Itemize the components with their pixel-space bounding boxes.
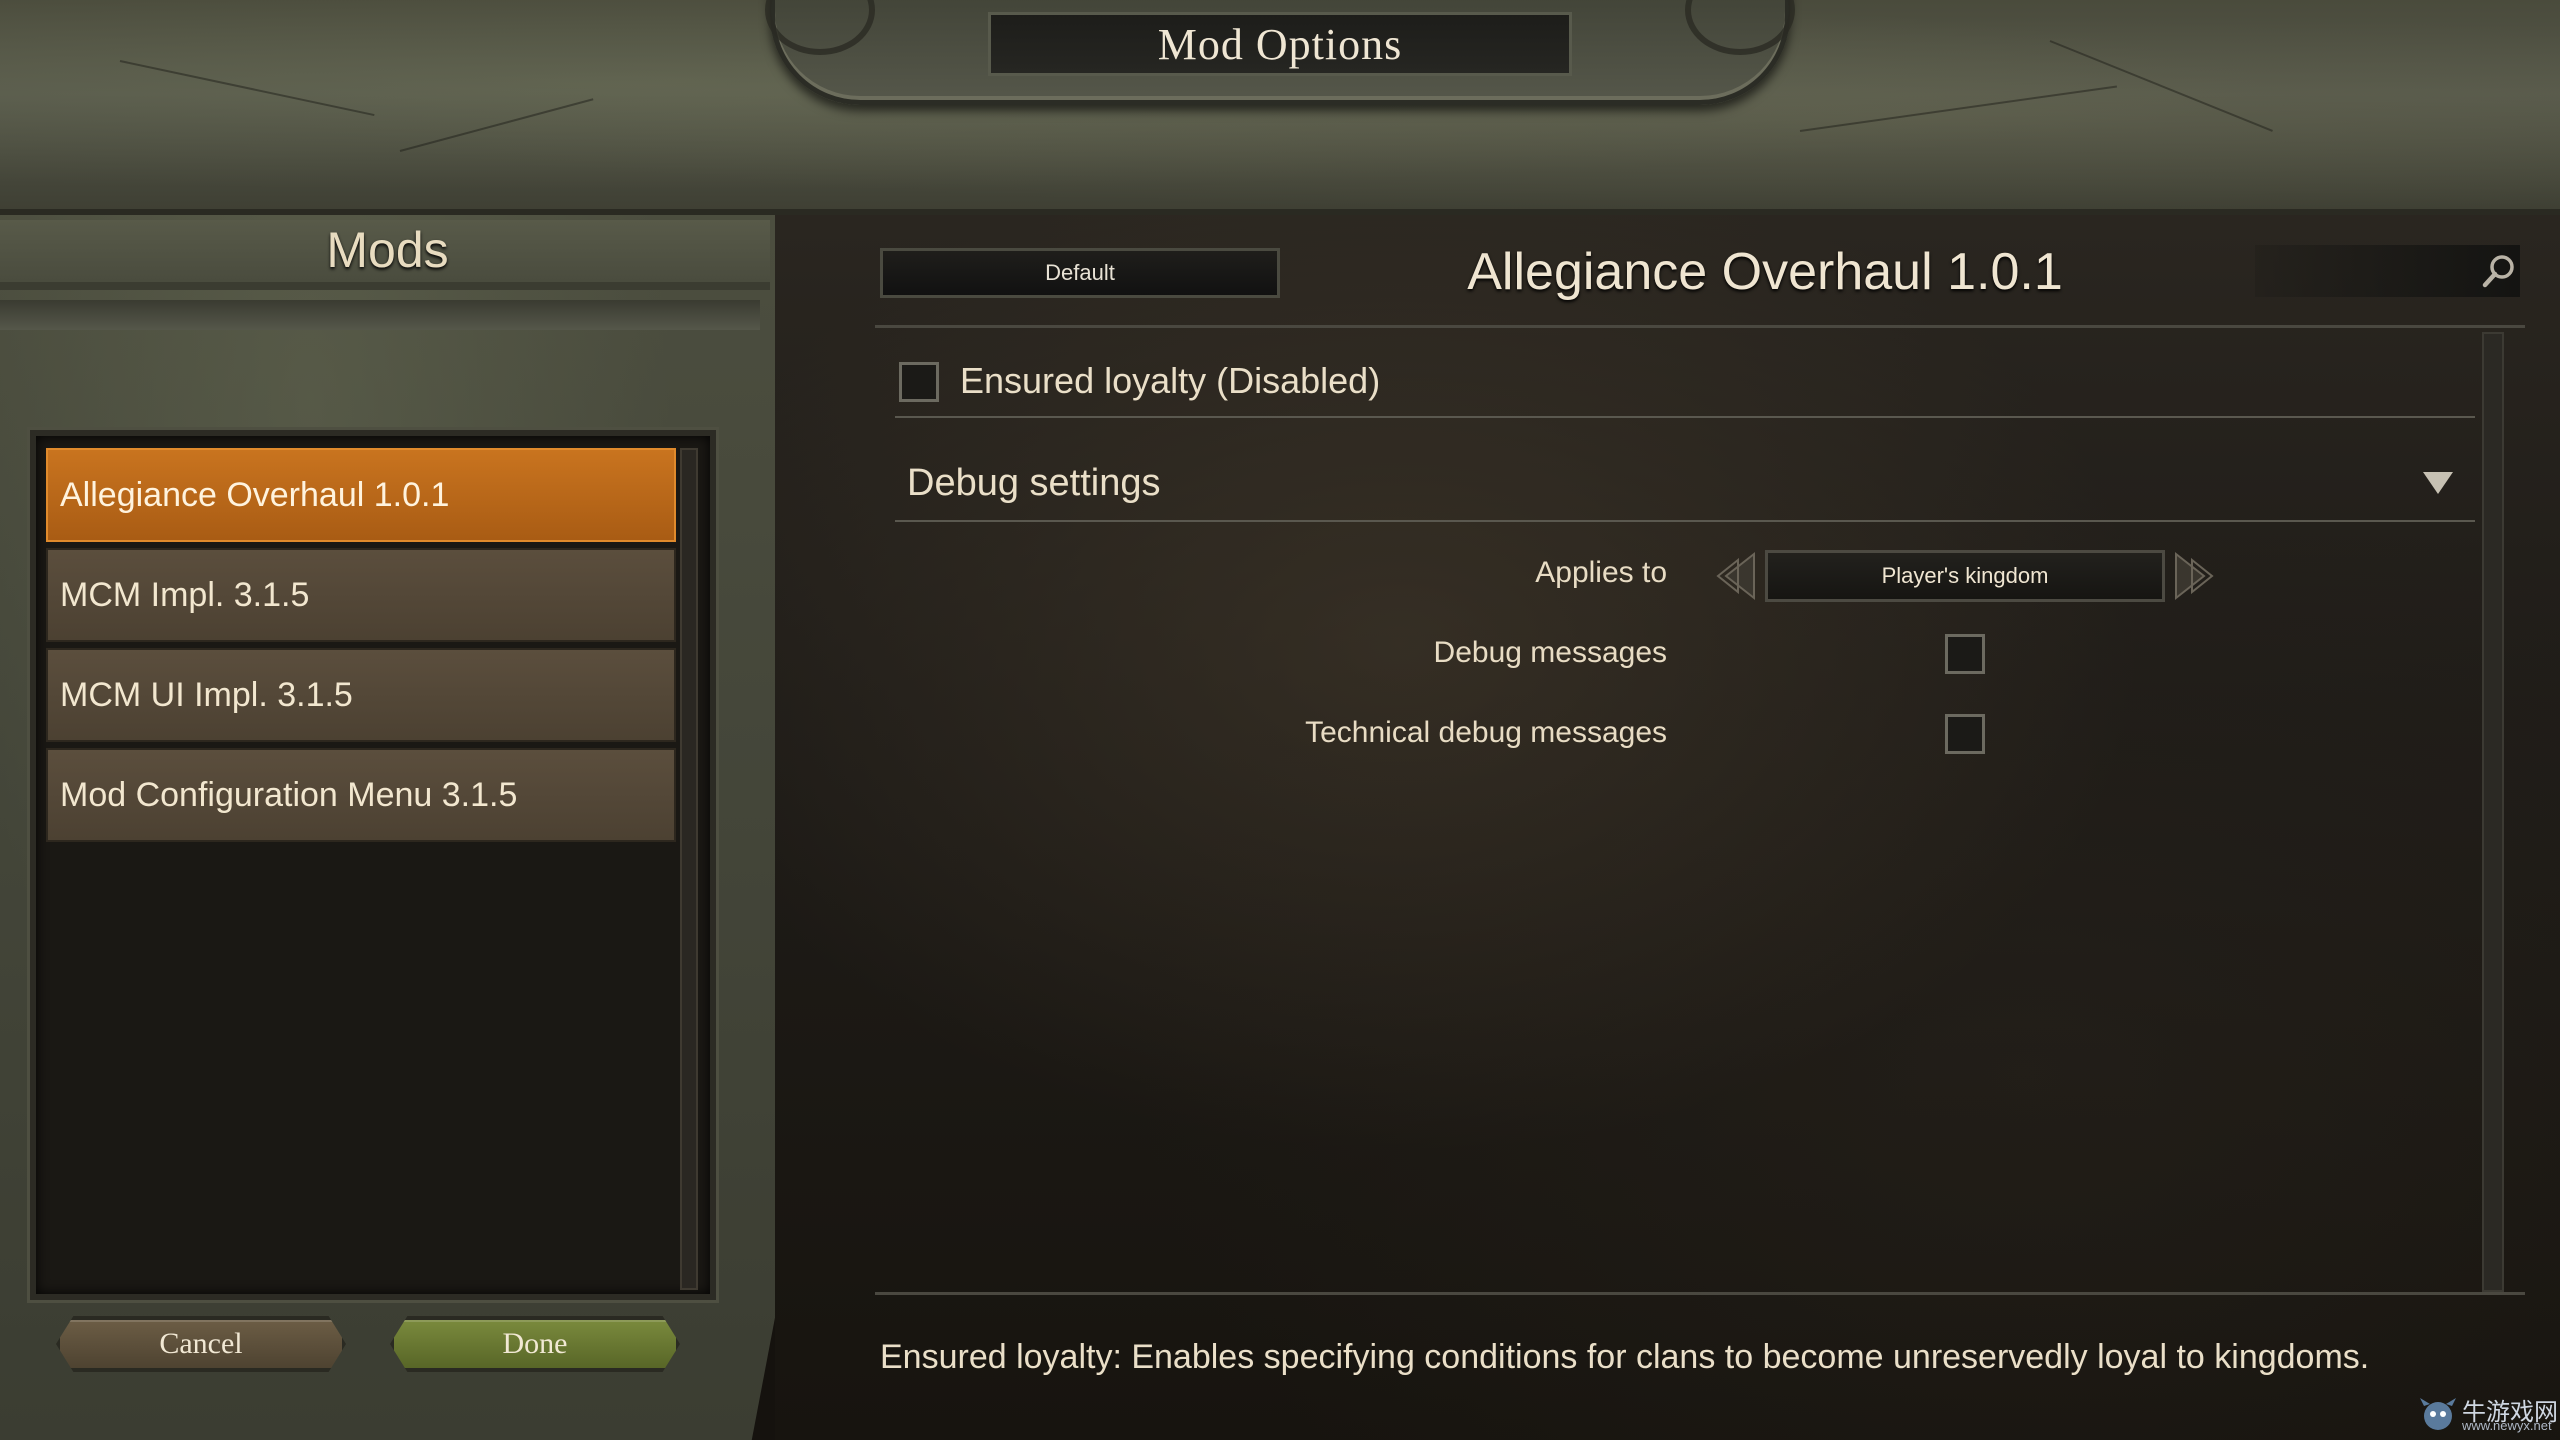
cancel-button[interactable]: Cancel	[56, 1316, 346, 1372]
preset-dropdown[interactable]: Default	[880, 248, 1280, 298]
setting-description: Ensured loyalty: Enables specifying cond…	[880, 1338, 2370, 1376]
mod-item-mod-configuration-menu[interactable]: Mod Configuration Menu 3.1.5	[46, 748, 676, 842]
search-icon[interactable]	[2480, 252, 2518, 290]
cow-logo-icon	[2420, 1398, 2456, 1430]
watermark-url: www.newyx.net	[2462, 1418, 2552, 1433]
chevron-left-icon[interactable]	[1712, 550, 1760, 602]
mod-item-label: MCM UI Impl. 3.1.5	[60, 675, 353, 714]
mods-panel-title: Mods	[326, 222, 449, 278]
window-title-box: Mod Options	[988, 12, 1572, 76]
mod-item-label: Mod Configuration Menu 3.1.5	[60, 775, 518, 814]
group-divider	[895, 520, 2475, 522]
ensured-loyalty-checkbox[interactable]	[899, 362, 939, 402]
debug-settings-title[interactable]: Debug settings	[907, 462, 1161, 505]
debug-messages-label: Debug messages	[1433, 636, 1667, 669]
knot-ornament-icon	[765, 0, 875, 55]
game-screen: Mod Options Mods Allegiance Overhaul 1.0…	[0, 0, 2560, 1440]
applies-to-label: Applies to	[1535, 556, 1667, 589]
mod-item-mcm-ui-impl[interactable]: MCM UI Impl. 3.1.5	[46, 648, 676, 742]
chevron-right-icon[interactable]	[2170, 550, 2218, 602]
applies-to-selector[interactable]: Player's kingdom	[1765, 550, 2165, 602]
window-title: Mod Options	[1157, 19, 1403, 69]
technical-debug-messages-checkbox[interactable]	[1945, 714, 1985, 754]
mod-item-label: Allegiance Overhaul 1.0.1	[60, 475, 450, 514]
mod-item-label: MCM Impl. 3.1.5	[60, 575, 310, 614]
ensured-loyalty-label: Ensured loyalty (Disabled)	[960, 360, 1381, 401]
technical-debug-messages-label: Technical debug messages	[1305, 716, 1667, 749]
debug-messages-checkbox[interactable]	[1945, 634, 1985, 674]
mod-item-allegiance-overhaul[interactable]: Allegiance Overhaul 1.0.1	[46, 448, 676, 542]
mod-item-mcm-impl[interactable]: MCM Impl. 3.1.5	[46, 548, 676, 642]
search-input[interactable]	[2258, 250, 2478, 292]
done-button[interactable]: Done	[390, 1316, 680, 1372]
mods-panel-ledge	[0, 300, 760, 330]
mod-title: Allegiance Overhaul 1.0.1	[1467, 243, 2063, 301]
settings-scrollbar[interactable]	[2482, 332, 2504, 1292]
triangle-down-icon[interactable]	[2420, 466, 2456, 498]
header-divider	[875, 325, 2525, 328]
mod-list-scrollbar[interactable]	[680, 448, 698, 1290]
row-divider	[895, 416, 2475, 418]
watermark: 牛游戏网 www.newyx.net	[2418, 1392, 2558, 1438]
knot-ornament-icon	[1685, 0, 1795, 55]
footer-divider	[875, 1292, 2525, 1295]
mod-list: Allegiance Overhaul 1.0.1 MCM Impl. 3.1.…	[46, 448, 676, 848]
